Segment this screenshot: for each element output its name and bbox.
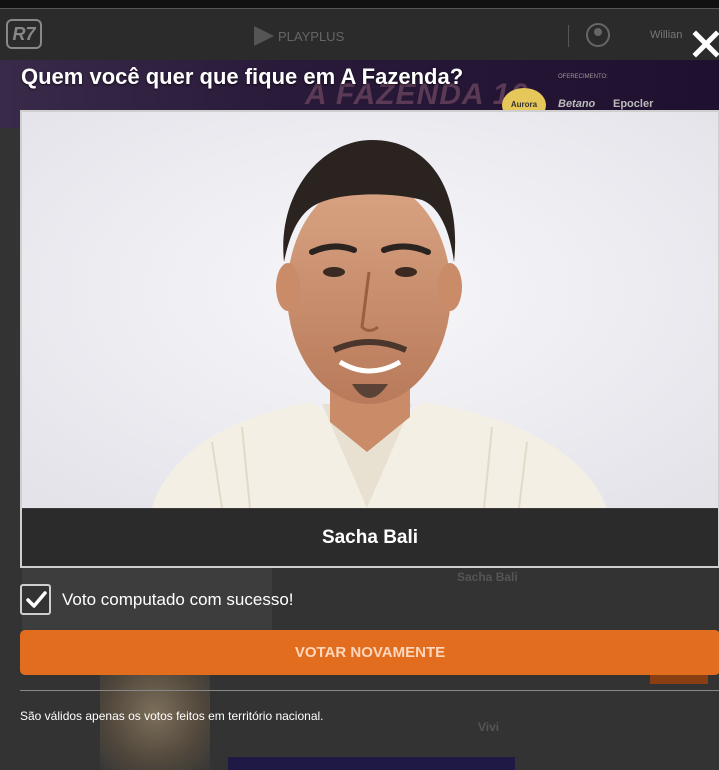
playplus-link[interactable]: PLAYPLUS <box>254 26 344 46</box>
background-name: Sacha Bali <box>457 570 518 584</box>
divider <box>20 690 719 691</box>
header-divider <box>568 25 569 47</box>
playplus-label: PLAYPLUS <box>278 28 345 44</box>
sponsor-epocler: Epocler <box>613 98 654 110</box>
success-message: Voto computado com sucesso! <box>62 589 294 609</box>
user-name[interactable]: Willian <box>650 29 682 41</box>
modal-title: Quem você quer que fique em A Fazenda? <box>21 64 464 89</box>
candidate-name: Sacha Bali <box>22 508 718 566</box>
site-header: R7 PLAYPLUS Willian <box>0 8 719 60</box>
background-name: Vivi <box>478 720 500 734</box>
disclaimer: São válidos apenas os votos feitos em te… <box>20 709 324 723</box>
play-icon <box>254 26 274 46</box>
vote-checkbox[interactable] <box>20 584 51 615</box>
candidate-photo <box>22 112 718 508</box>
r7-logo[interactable]: R7 <box>6 19 42 49</box>
background-banner <box>228 757 515 770</box>
check-icon <box>25 590 47 608</box>
candidate-card: Sacha Bali <box>20 110 719 568</box>
sponsor-betano: Betano <box>558 98 596 110</box>
close-icon[interactable] <box>692 30 719 58</box>
vote-success-row: Voto computado com sucesso! <box>20 584 294 615</box>
user-avatar-icon[interactable] <box>586 23 610 47</box>
sponsor-label: OFERECIMENTO: <box>558 74 608 80</box>
vote-again-button[interactable]: VOTAR NOVAMENTE <box>20 630 719 675</box>
top-strip <box>0 0 719 8</box>
